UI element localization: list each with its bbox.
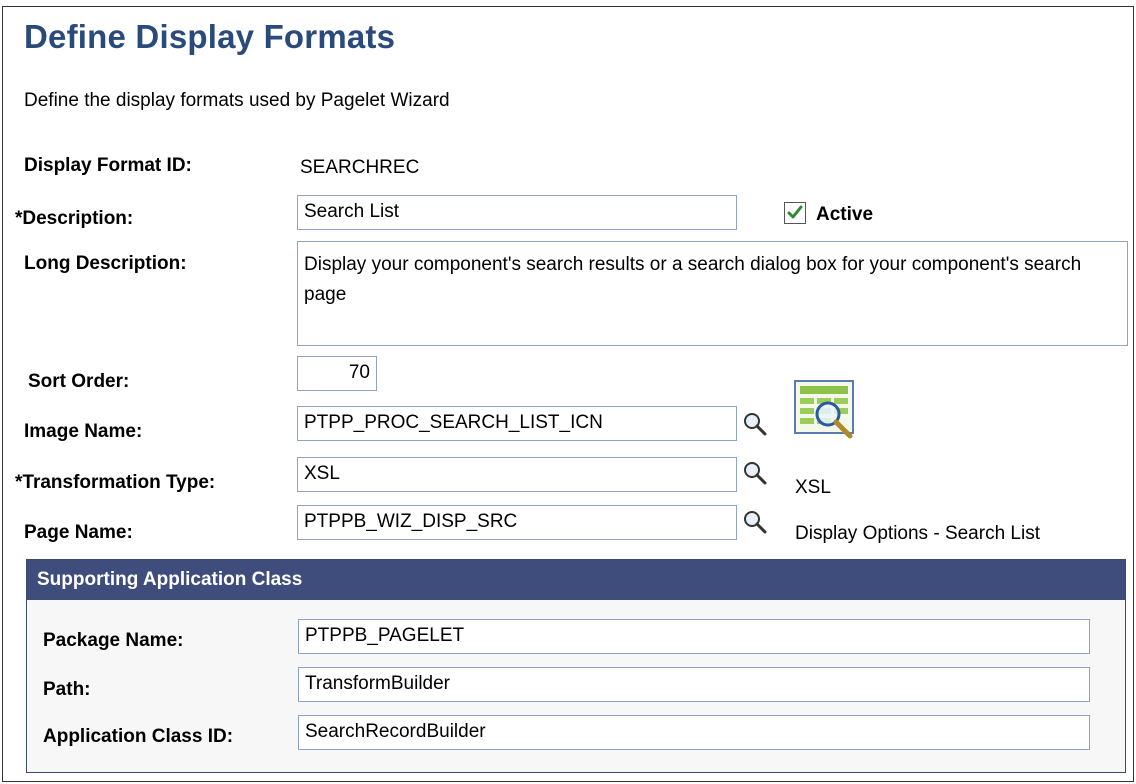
sort-order-label: Sort Order: (28, 371, 130, 392)
image-name-lookup-icon[interactable] (742, 411, 768, 437)
package-name-label: Package Name: (43, 630, 184, 651)
page-subtitle: Define the display formats used by Pagel… (24, 90, 450, 111)
active-label: Active (816, 204, 874, 225)
page-title: Define Display Formats (24, 18, 396, 55)
page-name-label: Page Name: (24, 522, 133, 543)
image-name-label: Image Name: (24, 421, 143, 442)
page-name-lookup-icon[interactable] (742, 509, 768, 535)
app-class-id-field[interactable]: SearchRecordBuilder (298, 715, 1090, 750)
long-description-textarea[interactable]: Display your component's search results … (297, 241, 1128, 346)
active-checkbox[interactable] (784, 202, 806, 224)
description-field[interactable]: Search List (297, 195, 737, 230)
transformation-type-field[interactable]: XSL (297, 457, 737, 492)
path-field[interactable]: TransformBuilder (298, 667, 1090, 702)
display-format-id-value: SEARCHREC (300, 157, 420, 178)
display-format-id-label: Display Format ID: (24, 155, 192, 176)
transformation-type-description: XSL (795, 477, 831, 498)
image-name-field[interactable]: PTPP_PROC_SEARCH_LIST_ICN (297, 406, 737, 441)
page-name-description: Display Options - Search List (795, 523, 1040, 544)
transformation-type-lookup-icon[interactable] (742, 460, 768, 486)
search-list-image-icon (794, 380, 854, 439)
supporting-app-class-group: Supporting Application Class Package Nam… (26, 559, 1126, 773)
checkmark-icon (787, 205, 803, 219)
sort-order-field[interactable]: 70 (297, 356, 377, 391)
package-name-field[interactable]: PTPPB_PAGELET (298, 619, 1090, 654)
app-class-id-label: Application Class ID: (43, 726, 234, 747)
long-description-label: Long Description: (24, 253, 187, 274)
page-name-field[interactable]: PTPPB_WIZ_DISP_SRC (297, 505, 737, 540)
description-label: *Description: (15, 208, 134, 229)
supporting-app-class-header: Supporting Application Class (27, 560, 1125, 600)
transformation-type-label: *Transformation Type: (15, 472, 216, 493)
path-label: Path: (43, 679, 91, 700)
